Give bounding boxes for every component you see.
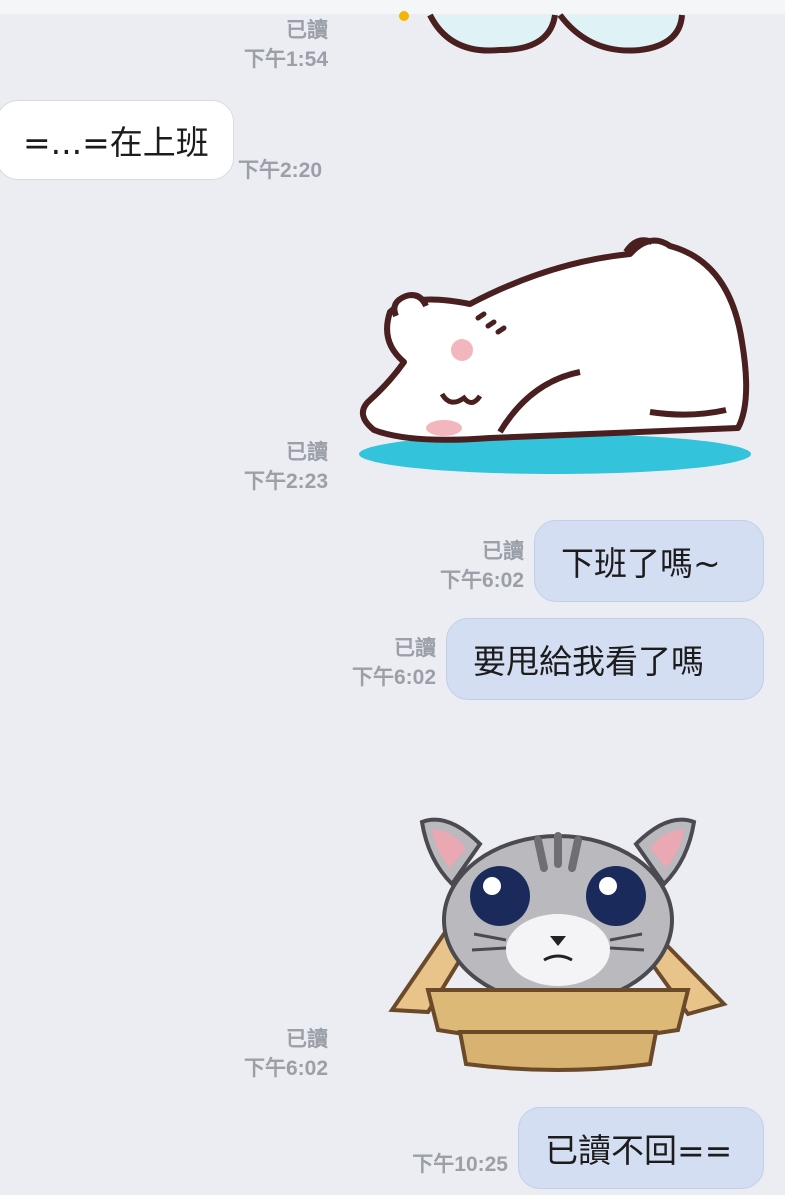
message-text: =...=在上班	[23, 123, 209, 162]
timestamp: 下午1:54	[243, 48, 328, 71]
sticker-shape-left	[427, 13, 558, 54]
sticker-sleeping-polar-bear[interactable]	[350, 232, 760, 482]
message-meta: 已讀 下午6:02	[396, 537, 524, 595]
cat-eye-right	[586, 866, 646, 926]
timestamp: 下午6:02	[243, 1057, 328, 1080]
timestamp: 下午2:23	[243, 470, 328, 493]
cat-eye-shine-left	[483, 877, 501, 895]
sticker-shape-right	[557, 13, 685, 54]
timestamp: 下午6:02	[439, 569, 524, 592]
message-bubble-outgoing[interactable]: 下班了嗎~	[534, 520, 764, 602]
cat-eye-left	[470, 866, 530, 926]
message-text: 已讀不回==	[545, 1131, 733, 1170]
cat-eye-shine-right	[599, 877, 617, 895]
box-bottom	[457, 1030, 659, 1072]
message-bubble-outgoing[interactable]: 已讀不回==	[518, 1107, 764, 1189]
message-text: 要甩給我看了嗎	[473, 642, 704, 681]
read-receipt: 已讀	[286, 1028, 328, 1051]
read-receipt: 已讀	[482, 540, 524, 563]
timestamp: 下午10:25	[412, 1153, 508, 1176]
read-receipt: 已讀	[286, 19, 328, 42]
message-bubble-outgoing[interactable]: 要甩給我看了嗎	[446, 618, 764, 700]
message-meta: 已讀 下午2:23	[200, 438, 328, 496]
read-receipt: 已讀	[394, 637, 436, 660]
bear-cheek	[451, 339, 473, 361]
cat-muzzle	[506, 914, 610, 986]
sticker-dot	[399, 11, 409, 21]
sticker-partial[interactable]	[390, 0, 700, 60]
timestamp: 下午2:20	[238, 159, 323, 182]
message-meta: 已讀 下午6:02	[308, 634, 436, 692]
message-meta: 已讀 下午1:54	[200, 16, 328, 74]
message-bubble-incoming[interactable]: =...=在上班	[0, 100, 234, 180]
message-meta: 已讀 下午6:02	[200, 1025, 328, 1083]
message-meta: 下午10:25	[380, 1150, 508, 1179]
bear-body	[360, 237, 750, 443]
bear-tongue	[426, 420, 462, 436]
timestamp: 下午6:02	[351, 666, 436, 689]
message-text: 下班了嗎~	[561, 544, 721, 583]
sticker-cat-in-cardboard-box[interactable]	[388, 800, 728, 1080]
read-receipt: 已讀	[286, 441, 328, 464]
message-meta: 下午2:20	[238, 156, 322, 185]
